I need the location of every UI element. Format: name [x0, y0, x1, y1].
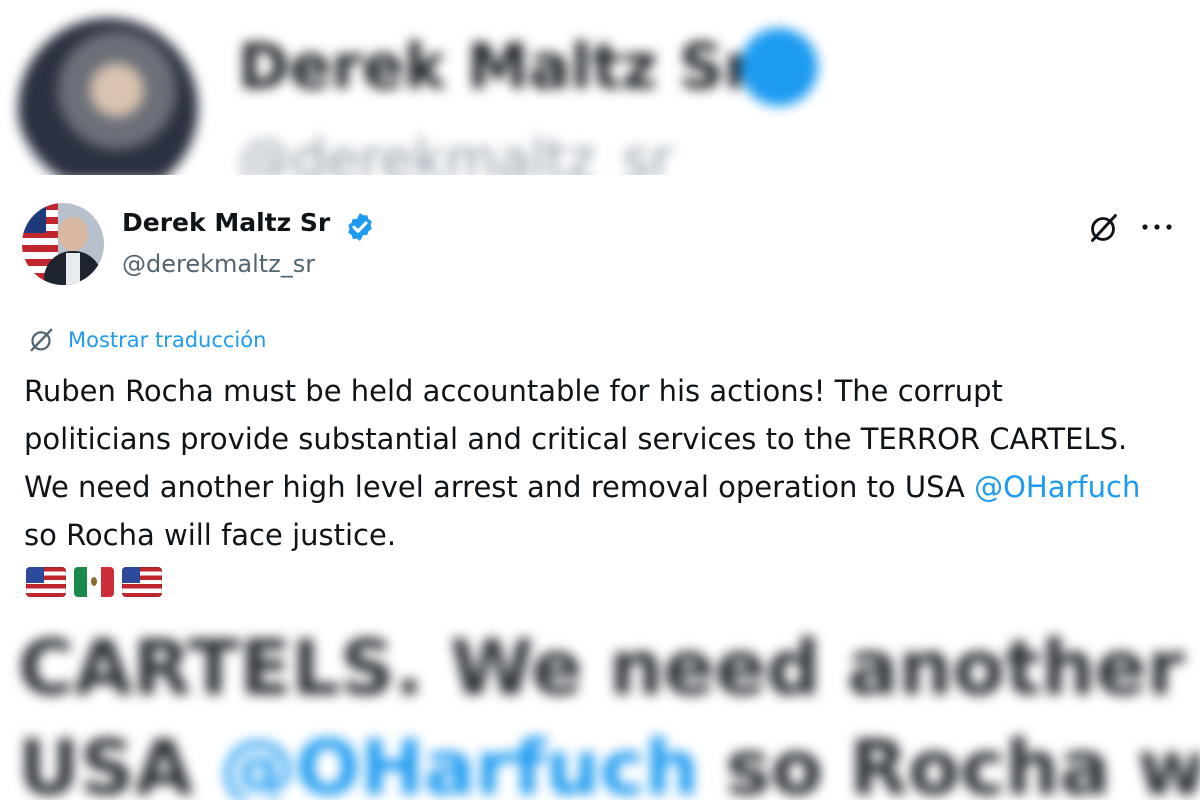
blurred-background-header: Derek Maltz Sr @derekmaltz_sr — [0, 0, 1200, 180]
grok-translate-icon — [30, 328, 53, 352]
tweet-text-part: Ruben Rocha must be held accountable for… — [24, 374, 1128, 504]
author-name[interactable]: Derek Maltz Sr — [122, 208, 330, 237]
grok-icon[interactable] — [1084, 209, 1122, 247]
tweet-text: Ruben Rocha must be held accountable for… — [24, 367, 1154, 559]
mention-link[interactable]: @OHarfuch — [974, 470, 1140, 504]
flag-emojis — [26, 567, 162, 597]
blurred-verified-icon — [740, 28, 818, 106]
more-options-icon[interactable] — [1140, 221, 1174, 233]
blurred-text-line: CARTELS. We need another high — [18, 623, 1200, 712]
blurred-text-line: USA @OHarfuch so Rocha will fa — [18, 723, 1200, 800]
tweet-card: Derek Maltz Sr @derekmaltz_sr Mostrar tr… — [0, 175, 1172, 615]
mexico-flag-icon — [74, 567, 114, 597]
us-flag-icon — [26, 567, 66, 597]
avatar[interactable] — [22, 203, 104, 285]
tweet-text-part: so Rocha will face justice. — [24, 518, 397, 552]
author-handle[interactable]: @derekmaltz_sr — [122, 250, 315, 278]
blurred-background-text: CARTELS. We need another high USA @OHarf… — [0, 615, 1200, 800]
show-translation-link[interactable]: Mostrar traducción — [24, 323, 266, 357]
blurred-avatar — [18, 18, 198, 180]
blurred-author-name: Derek Maltz Sr — [238, 30, 755, 103]
blurred-author-handle: @derekmaltz_sr — [238, 128, 673, 180]
us-flag-icon — [122, 567, 162, 597]
show-translation-label: Mostrar traducción — [68, 328, 267, 352]
verified-badge-icon — [348, 213, 372, 241]
